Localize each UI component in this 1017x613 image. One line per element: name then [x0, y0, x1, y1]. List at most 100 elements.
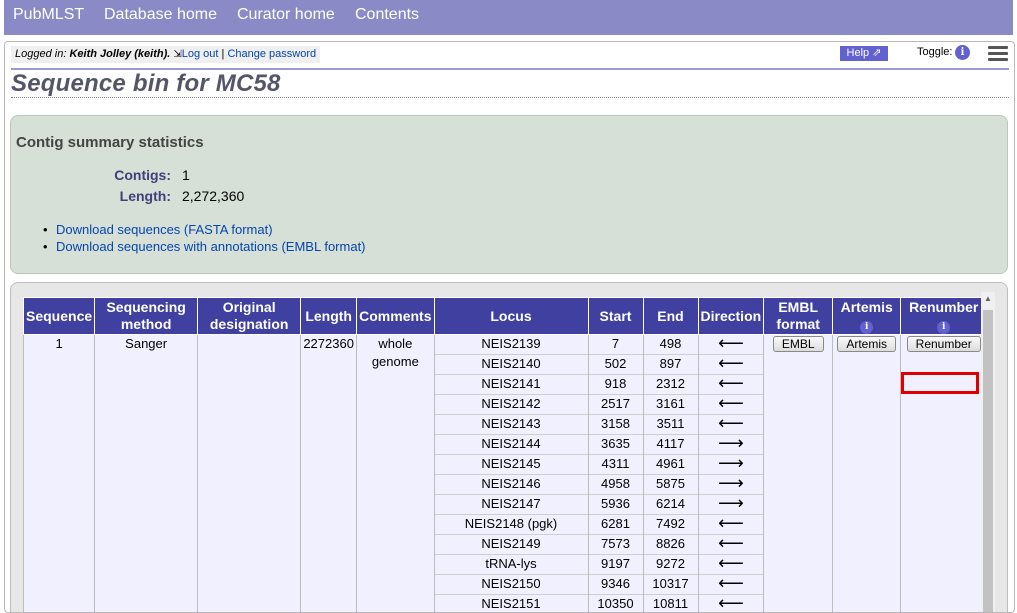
end-cell: 8826	[643, 535, 698, 555]
toggle-label: Toggle:	[917, 46, 952, 58]
direction-cell: ⟶	[698, 435, 764, 455]
artemis-button[interactable]: Artemis	[837, 336, 896, 352]
nav-link-contents[interactable]: Contents	[355, 6, 419, 24]
end-cell: 5875	[643, 475, 698, 495]
scroll-up-arrow-icon[interactable]: ▲	[981, 292, 995, 306]
direction-arrow-icon: ⟶	[718, 493, 744, 514]
list-item: Download sequences (FASTA format)	[43, 222, 366, 239]
nav-link-pubmlst[interactable]: PubMLST	[13, 6, 84, 24]
locus-cell[interactable]: NEIS2140	[434, 355, 588, 375]
change-password-link[interactable]: Change password	[227, 48, 316, 60]
locus-cell[interactable]: NEIS2145	[434, 455, 588, 475]
toggle-info-icon[interactable]: i	[955, 45, 970, 60]
download-fasta-link[interactable]: Download sequences (FASTA format)	[56, 222, 273, 237]
artemis-header-label: Artemis	[841, 299, 893, 315]
header-sequencing-method[interactable]: Sequencing method	[95, 298, 198, 335]
login-prefix: Logged in:	[15, 48, 66, 60]
header-length[interactable]: Length	[301, 298, 357, 335]
sequence-table: Sequence Sequencing method Original desi…	[23, 297, 987, 613]
contigs-value: 1	[182, 167, 190, 183]
download-embl-link[interactable]: Download sequences with annotations (EMB…	[56, 239, 366, 254]
start-cell: 7	[588, 335, 643, 355]
nav-link-database-home[interactable]: Database home	[104, 6, 217, 24]
end-cell: 3161	[643, 395, 698, 415]
help-button[interactable]: Help ⇗	[840, 46, 888, 61]
vertical-scrollbar[interactable]: ▲	[981, 292, 995, 613]
header-start[interactable]: Start	[588, 298, 643, 335]
direction-cell: ⟵	[698, 555, 764, 575]
header-end[interactable]: End	[643, 298, 698, 335]
locus-cell[interactable]: NEIS2148 (pgk)	[434, 515, 588, 535]
end-cell: 7492	[643, 515, 698, 535]
direction-arrow-icon: ⟶	[718, 473, 744, 494]
locus-cell[interactable]: NEIS2141	[434, 375, 588, 395]
direction-cell: ⟵	[698, 355, 764, 375]
direction-arrow-icon: ⟵	[718, 353, 744, 374]
login-status: Logged in: Keith Jolley (keith). ⇲Log ou…	[11, 46, 320, 63]
embl-button[interactable]: EMBL	[773, 336, 824, 352]
direction-cell: ⟶	[698, 455, 764, 475]
nav-link-curator-home[interactable]: Curator home	[237, 6, 335, 24]
direction-cell: ⟶	[698, 475, 764, 495]
login-separator: |	[222, 48, 225, 60]
contig-summary-panel: Contig summary statistics Contigs: 1 Len…	[10, 115, 1008, 274]
contigs-label: Contigs:	[15, 167, 171, 183]
direction-arrow-icon: ⟵	[718, 533, 744, 554]
start-cell: 9346	[588, 575, 643, 595]
header-artemis: Artemis i	[833, 298, 901, 335]
locus-cell[interactable]: NEIS2143	[434, 415, 588, 435]
direction-arrow-icon: ⟵	[718, 513, 744, 534]
end-cell: 10317	[643, 575, 698, 595]
renumber-info-icon[interactable]: i	[937, 321, 950, 334]
header-locus[interactable]: Locus	[434, 298, 588, 335]
header-sequence[interactable]: Sequence	[24, 298, 95, 335]
direction-arrow-icon: ⟵	[718, 573, 744, 594]
external-link-icon: ⇗	[872, 47, 881, 59]
table-header-row: Sequence Sequencing method Original desi…	[24, 298, 987, 335]
locus-cell[interactable]: tRNA-lys	[434, 555, 588, 575]
start-cell: 4958	[588, 475, 643, 495]
header-embl-format: EMBL format	[764, 298, 833, 335]
artemis-info-icon[interactable]: i	[860, 321, 873, 334]
start-cell: 6281	[588, 515, 643, 535]
locus-cell[interactable]: NEIS2139	[434, 335, 588, 355]
summary-heading: Contig summary statistics	[16, 134, 204, 151]
locus-cell[interactable]: NEIS2150	[434, 575, 588, 595]
embl-cell: EMBL	[764, 335, 833, 613]
end-cell: 3511	[643, 415, 698, 435]
end-cell: 10811	[643, 595, 698, 613]
length-label: Length:	[15, 188, 171, 204]
end-cell: 897	[643, 355, 698, 375]
hamburger-menu-icon[interactable]	[988, 45, 1008, 63]
original-designation-cell	[198, 335, 301, 613]
direction-cell: ⟵	[698, 395, 764, 415]
end-cell: 498	[643, 335, 698, 355]
locus-cell[interactable]: NEIS2151	[434, 595, 588, 613]
logout-link[interactable]: Log out	[182, 48, 219, 60]
sequencing-method-cell: Sanger	[95, 335, 198, 613]
locus-cell[interactable]: NEIS2142	[434, 395, 588, 415]
locus-cell[interactable]: NEIS2149	[434, 535, 588, 555]
header-comments[interactable]: Comments	[357, 298, 434, 335]
list-item: Download sequences with annotations (EMB…	[43, 239, 366, 256]
header-original-designation[interactable]: Original designation	[198, 298, 301, 335]
header-direction[interactable]: Direction	[698, 298, 764, 335]
end-cell: 4117	[643, 435, 698, 455]
comments-cell: whole genome	[357, 335, 434, 613]
start-cell: 3158	[588, 415, 643, 435]
start-cell: 3635	[588, 435, 643, 455]
help-label: Help	[847, 47, 870, 59]
logout-icon[interactable]: ⇲	[173, 49, 181, 60]
sequence-id-cell: 1	[24, 335, 95, 613]
direction-arrow-icon: ⟵	[718, 373, 744, 394]
direction-cell: ⟵	[698, 415, 764, 435]
download-links: Download sequences (FASTA format) Downlo…	[43, 222, 366, 256]
start-cell: 918	[588, 375, 643, 395]
direction-arrow-icon: ⟶	[718, 453, 744, 474]
renumber-button[interactable]: Renumber	[907, 336, 981, 352]
locus-cell[interactable]: NEIS2147	[434, 495, 588, 515]
locus-cell[interactable]: NEIS2146	[434, 475, 588, 495]
locus-cell[interactable]: NEIS2144	[434, 435, 588, 455]
header-renumber: Renumberi	[901, 298, 987, 335]
scrollbar-thumb[interactable]	[983, 310, 993, 613]
